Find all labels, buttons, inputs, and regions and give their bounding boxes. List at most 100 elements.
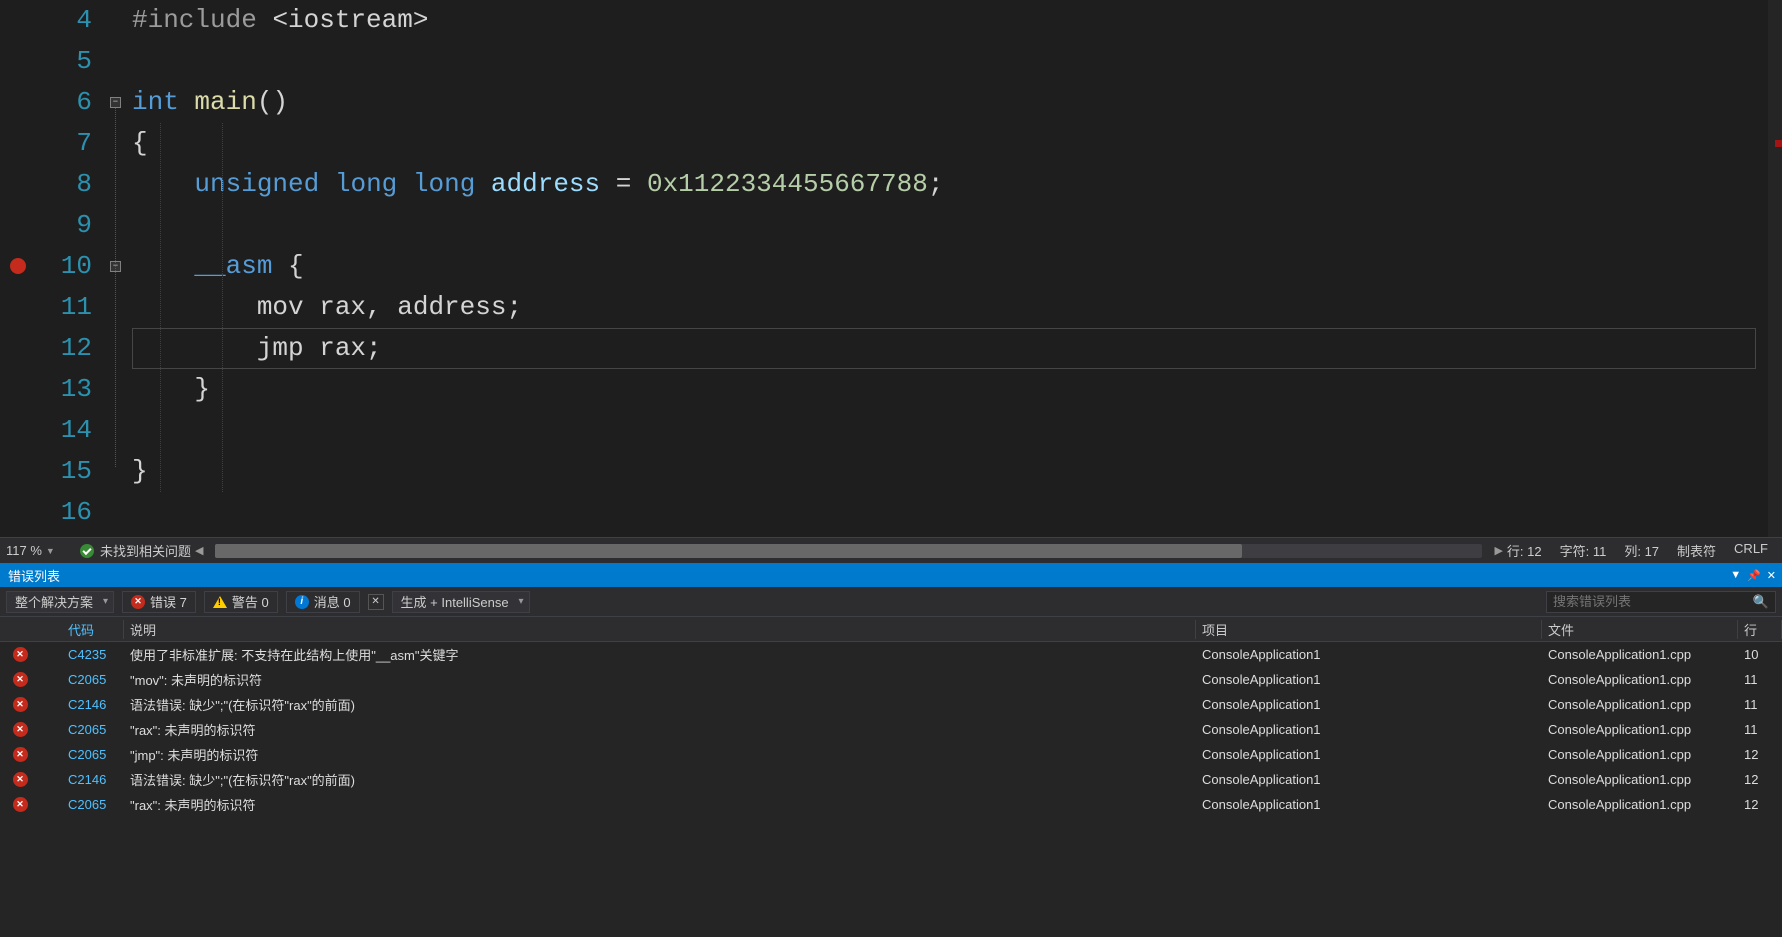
horizontal-scrollbar[interactable] [215, 544, 1482, 558]
warnings-count: 警告 0 [232, 592, 269, 611]
messages-count: 消息 0 [314, 592, 351, 611]
error-code: C2065 [62, 797, 124, 812]
error-file: ConsoleApplication1.cpp [1542, 747, 1738, 762]
error-line: 11 [1738, 697, 1782, 712]
line-number: 11 [38, 287, 92, 328]
error-search-input[interactable] [1553, 594, 1753, 609]
error-project: ConsoleApplication1 [1196, 722, 1542, 737]
table-header-row: 代码 说明 项目 文件 行 [0, 617, 1782, 642]
code-content[interactable]: #include <iostream> int main(){ unsigned … [132, 0, 1768, 537]
code-line[interactable]: } [132, 451, 1768, 492]
table-row[interactable]: C2065"mov": 未声明的标识符ConsoleApplication1Co… [0, 667, 1782, 692]
line-number-gutter: 45678910111213141516 [38, 0, 108, 537]
error-icon [13, 722, 28, 737]
scroll-right-arrow[interactable]: ▶ [1490, 544, 1506, 557]
error-description: 语法错误: 缺少";"(在标识符"rax"的前面) [124, 770, 1196, 789]
error-list-toolbar: 整个解决方案 错误 7 警告 0 消息 0 ✕ 生成 + IntelliSens… [0, 587, 1782, 617]
table-row[interactable]: C2065"jmp": 未声明的标识符ConsoleApplication1Co… [0, 742, 1782, 767]
zoom-value: 117 % [6, 543, 42, 558]
issues-indicator[interactable]: 未找到相关问题 [80, 541, 191, 560]
error-file: ConsoleApplication1.cpp [1542, 647, 1738, 662]
code-editor[interactable]: 45678910111213141516 −− #include <iostre… [0, 0, 1782, 537]
code-line[interactable] [132, 41, 1768, 82]
warnings-filter-button[interactable]: 警告 0 [204, 591, 278, 613]
error-line: 12 [1738, 797, 1782, 812]
table-row[interactable]: C2146语法错误: 缺少";"(在标识符"rax"的前面)ConsoleApp… [0, 767, 1782, 792]
error-code: C4235 [62, 647, 124, 662]
header-desc[interactable]: 说明 [124, 620, 1196, 639]
editor-status-bar: 117 % ▼ 未找到相关问题 ◀ ▶ 行: 12 字符: 11 列: 17 制… [0, 537, 1782, 563]
error-project: ConsoleApplication1 [1196, 747, 1542, 762]
line-number: 10 [38, 246, 92, 287]
error-line: 11 [1738, 672, 1782, 687]
header-file[interactable]: 文件 [1542, 620, 1738, 639]
cursor-char[interactable]: 字符: 11 [1560, 541, 1607, 560]
error-code: C2065 [62, 672, 124, 687]
table-row[interactable]: C4235使用了非标准扩展: 不支持在此结构上使用"__asm"关键字Conso… [0, 642, 1782, 667]
line-number: 12 [38, 328, 92, 369]
error-description: "jmp": 未声明的标识符 [124, 745, 1196, 764]
overview-ruler[interactable] [1768, 0, 1782, 537]
scope-dropdown[interactable]: 整个解决方案 [6, 591, 114, 613]
line-number: 7 [38, 123, 92, 164]
error-file: ConsoleApplication1.cpp [1542, 697, 1738, 712]
scroll-left-arrow[interactable]: ◀ [191, 544, 207, 557]
error-line: 12 [1738, 772, 1782, 787]
line-number: 14 [38, 410, 92, 451]
breakpoint-marker[interactable] [10, 258, 26, 274]
source-dropdown[interactable]: 生成 + IntelliSense [392, 591, 530, 613]
code-line[interactable] [132, 492, 1768, 533]
eol-mode[interactable]: CRLF [1734, 541, 1768, 560]
table-row[interactable]: C2065"rax": 未声明的标识符ConsoleApplication1Co… [0, 717, 1782, 742]
source-label: 生成 + IntelliSense [401, 592, 509, 611]
error-search-box[interactable]: 🔍 [1546, 591, 1776, 613]
table-row[interactable]: C2146语法错误: 缺少";"(在标识符"rax"的前面)ConsoleApp… [0, 692, 1782, 717]
error-code: C2065 [62, 747, 124, 762]
code-line[interactable]: jmp rax; [132, 328, 1768, 369]
fold-toggle[interactable]: − [110, 97, 121, 108]
code-line[interactable]: #include <iostream> [132, 0, 1768, 41]
code-line[interactable]: __asm { [132, 246, 1768, 287]
line-number: 8 [38, 164, 92, 205]
error-project: ConsoleApplication1 [1196, 697, 1542, 712]
overview-error-marker[interactable] [1775, 140, 1782, 147]
code-line[interactable]: { [132, 123, 1768, 164]
breakpoint-gutter[interactable] [0, 0, 38, 537]
dropdown-icon[interactable]: ▼ [1730, 569, 1741, 581]
cursor-line[interactable]: 行: 12 [1507, 541, 1542, 560]
error-list-panel-title[interactable]: 错误列表 ▼ 📌 ✕ [0, 563, 1782, 587]
check-icon [80, 544, 94, 558]
error-code: C2146 [62, 772, 124, 787]
header-line[interactable]: 行 [1738, 620, 1782, 639]
header-project[interactable]: 项目 [1196, 620, 1542, 639]
clear-filter-button[interactable]: ✕ [368, 594, 384, 610]
errors-filter-button[interactable]: 错误 7 [122, 591, 196, 613]
error-icon [13, 647, 28, 662]
code-line[interactable] [132, 410, 1768, 451]
line-number: 5 [38, 41, 92, 82]
cursor-col[interactable]: 列: 17 [1624, 541, 1659, 560]
table-row[interactable]: C2065"rax": 未声明的标识符ConsoleApplication1Co… [0, 792, 1782, 817]
panel-title-text: 错误列表 [8, 566, 60, 585]
scrollbar-thumb[interactable] [215, 544, 1241, 558]
messages-filter-button[interactable]: 消息 0 [286, 591, 360, 613]
error-icon [13, 747, 28, 762]
error-description: "rax": 未声明的标识符 [124, 795, 1196, 814]
error-icon [131, 595, 145, 609]
error-project: ConsoleApplication1 [1196, 797, 1542, 812]
zoom-level[interactable]: 117 % ▼ [0, 543, 70, 558]
pin-icon[interactable]: 📌 [1747, 569, 1761, 582]
error-list-table[interactable]: 代码 说明 项目 文件 行 C4235使用了非标准扩展: 不支持在此结构上使用"… [0, 617, 1782, 937]
code-line[interactable]: } [132, 369, 1768, 410]
scope-label: 整个解决方案 [15, 592, 93, 611]
close-icon[interactable]: ✕ [1767, 569, 1776, 582]
error-project: ConsoleApplication1 [1196, 772, 1542, 787]
search-icon: 🔍 [1753, 594, 1769, 610]
indent-mode[interactable]: 制表符 [1677, 541, 1716, 560]
header-code[interactable]: 代码 [62, 620, 124, 639]
code-line[interactable]: mov rax, address; [132, 287, 1768, 328]
fold-gutter[interactable]: −− [108, 0, 132, 537]
code-line[interactable]: int main() [132, 82, 1768, 123]
code-line[interactable] [132, 205, 1768, 246]
code-line[interactable]: unsigned long long address = 0x112233445… [132, 164, 1768, 205]
